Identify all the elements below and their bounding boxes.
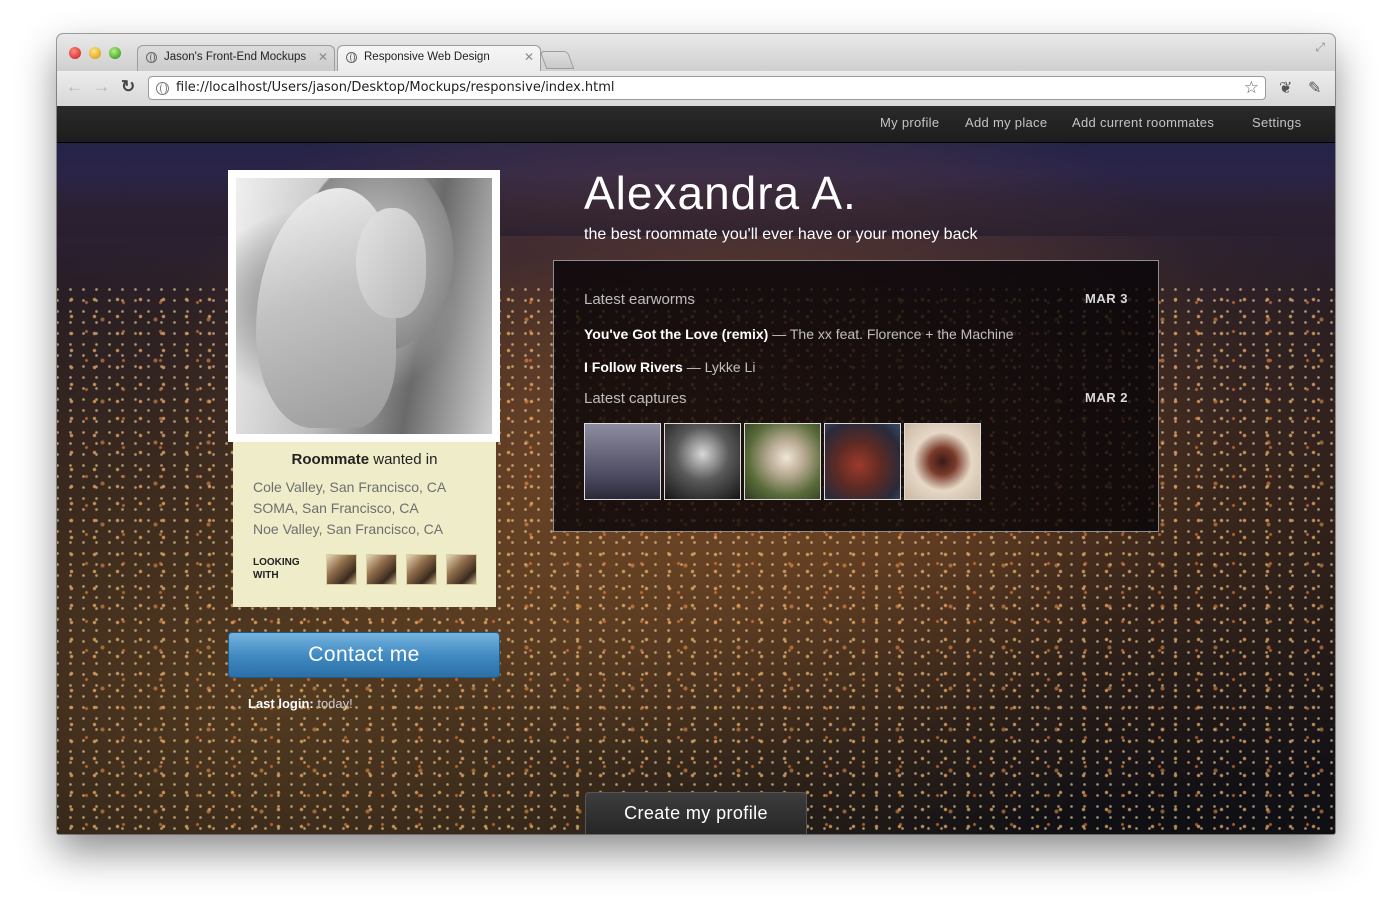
back-icon[interactable]: ← [66,77,83,97]
page-icon[interactable]: ❦ [1279,78,1292,98]
avatar[interactable] [366,554,397,585]
looking-with-label: LOOKING WITH [253,557,300,581]
star-icon[interactable]: ☆ [1244,78,1259,98]
close-icon[interactable]: ✕ [318,50,328,64]
profile-name: Alexandra A. [584,167,857,219]
tab-mockups[interactable]: Jason's Front-End Mockups ✕ [137,45,335,71]
profile-photo-frame [228,170,500,442]
site-nav: My profile Add my place Add current room… [57,106,1335,143]
create-profile-button[interactable]: Create my profile [585,792,807,834]
capture-thumbnail[interactable] [824,423,901,500]
profile-photo [236,178,492,434]
browser-toolbar: ← → ↻ file://localhost/Users/jason/Deskt… [57,71,1335,107]
avatar[interactable] [446,554,477,585]
nav-add-current-roommates[interactable]: Add current roommates [1072,115,1214,130]
contact-me-button[interactable]: Contact me [228,632,500,678]
song-item[interactable]: You've Got the Love (remix) — The xx fea… [584,326,1014,342]
roommate-wanted-card: Roommate wanted in Cole Valley, San Fran… [233,442,496,607]
location-item: Cole Valley, San Francisco, CA [253,479,447,495]
song-item[interactable]: I Follow Rivers — Lykke Li [584,359,755,375]
address-bar[interactable]: file://localhost/Users/jason/Desktop/Moc… [148,76,1266,100]
browser-window: Jason's Front-End Mockups ✕ Responsive W… [57,34,1335,834]
captures-heading: Latest captures [584,390,687,407]
activity-feed: Latest earworms MAR 3 You've Got the Lov… [553,260,1159,532]
earworms-date: MAR 3 [1085,291,1128,306]
capture-thumbnail[interactable] [904,423,981,500]
nav-settings[interactable]: Settings [1252,115,1301,130]
capture-thumbnail[interactable] [664,423,741,500]
location-item: SOMA, San Francisco, CA [253,500,419,516]
avatar[interactable] [326,554,357,585]
profile-tagline: the best roommate you'll ever have or yo… [584,226,978,243]
tab-title: Jason's Front-End Mockups [164,51,307,63]
reload-icon[interactable]: ↻ [121,77,135,97]
nav-add-my-place[interactable]: Add my place [965,115,1047,130]
zoom-window-button[interactable] [109,47,121,59]
location-item: Noe Valley, San Francisco, CA [253,521,444,537]
new-tab-button[interactable] [539,51,575,69]
close-icon[interactable]: ✕ [524,50,534,64]
forward-icon[interactable]: → [93,77,110,97]
wanted-heading: Roommate wanted in [291,451,438,468]
web-page: My profile Add my place Add current room… [57,106,1335,834]
capture-thumbnail[interactable] [584,423,661,500]
minimize-window-button[interactable] [89,47,101,59]
avatar[interactable] [406,554,437,585]
fullscreen-icon[interactable]: ⤢ [1315,40,1325,55]
close-window-button[interactable] [69,47,81,59]
tab-responsive[interactable]: Responsive Web Design ✕ [337,45,541,71]
captures-date: MAR 2 [1085,390,1128,405]
globe-icon [146,52,157,63]
nav-my-profile[interactable]: My profile [880,115,939,130]
tab-title: Responsive Web Design [364,51,490,63]
last-login: Last login: today! [248,696,353,711]
capture-thumbnail[interactable] [744,423,821,500]
wrench-icon[interactable]: ✎ [1308,78,1321,98]
tab-strip: Jason's Front-End Mockups ✕ Responsive W… [57,34,1335,71]
globe-icon [346,52,357,63]
earworms-heading: Latest earworms [584,291,695,308]
globe-icon [156,82,169,95]
address-url[interactable]: file://localhost/Users/jason/Desktop/Moc… [176,80,615,95]
